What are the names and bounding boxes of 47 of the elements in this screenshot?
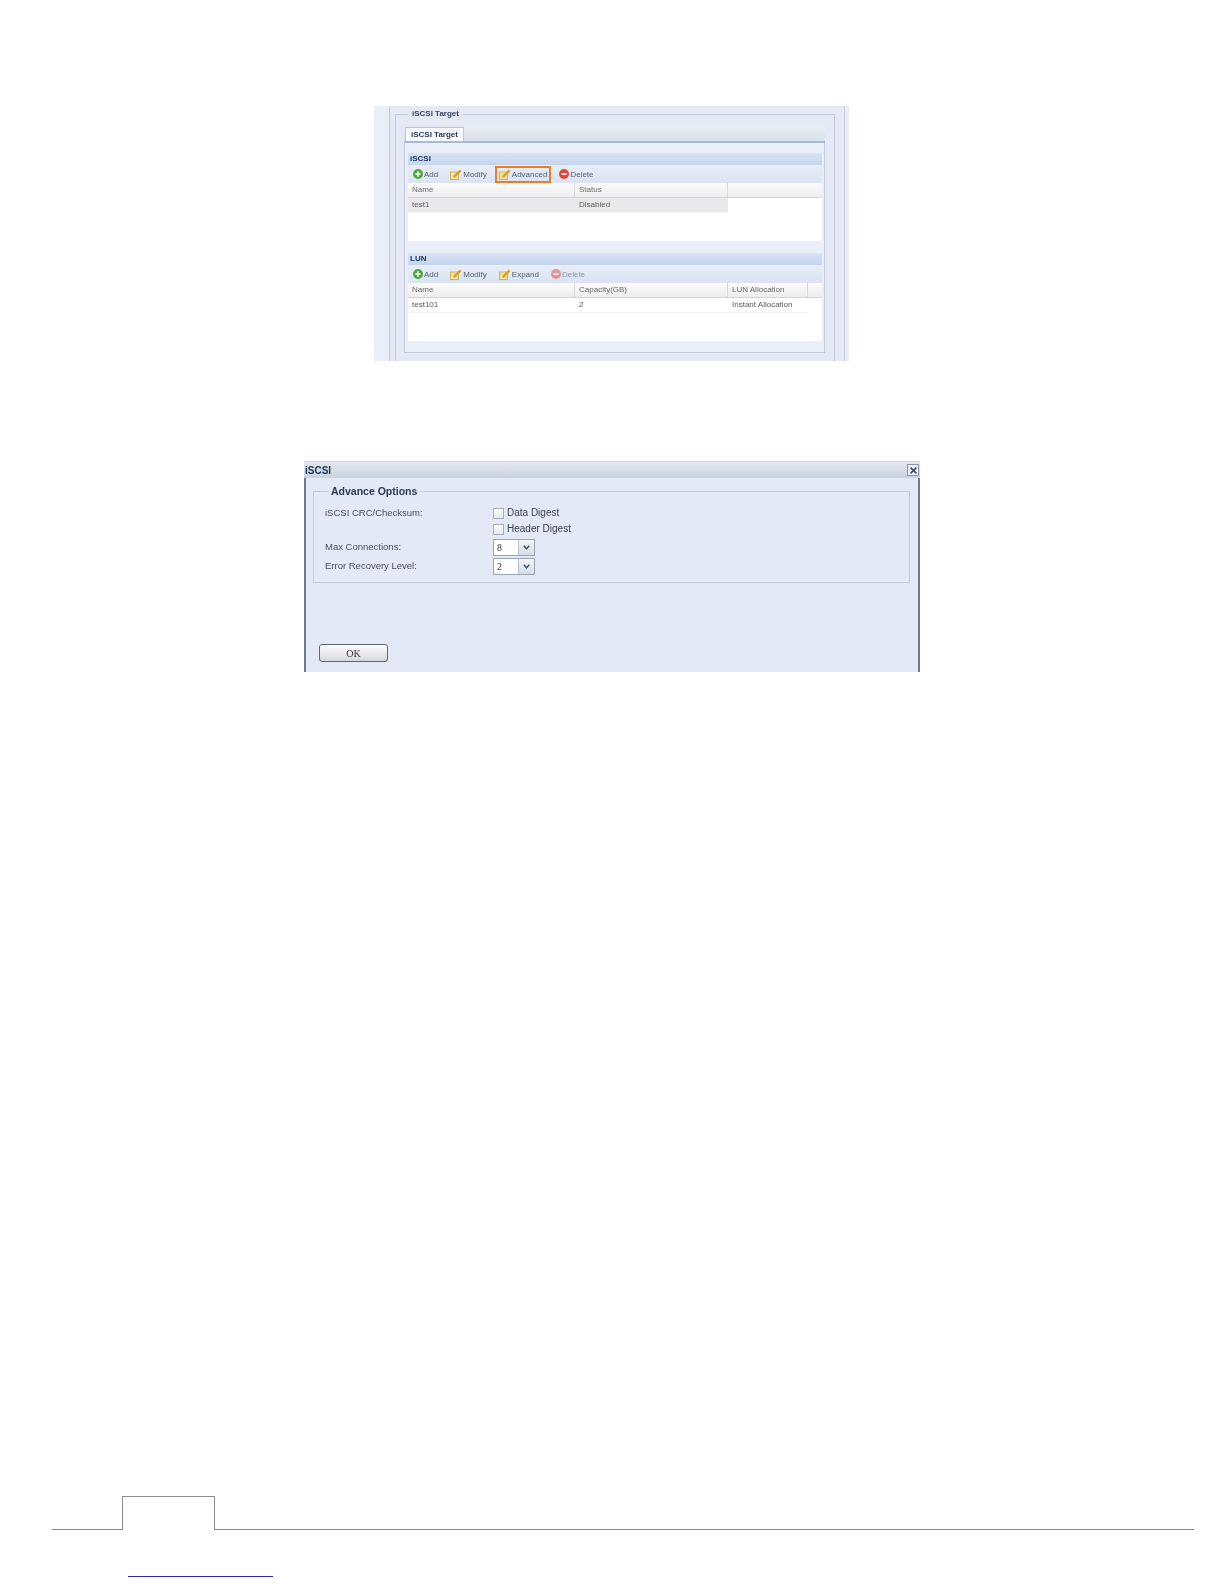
- table-cell-text: Instant Allocation: [731, 299, 794, 311]
- plus-circle-icon: [413, 169, 423, 179]
- checkbox-label[interactable]: Data Digest: [507, 505, 560, 521]
- minus-circle-icon: [559, 169, 570, 179]
- toolbar-button[interactable]: Delete: [555, 165, 598, 183]
- pencil-icon: [498, 168, 511, 180]
- select-field[interactable]: 2: [493, 557, 535, 575]
- pencil-icon: [498, 268, 511, 280]
- checkbox[interactable]: [493, 523, 504, 535]
- minus-circle-icon: [550, 269, 561, 279]
- pencil-icon: [450, 168, 463, 180]
- checkbox[interactable]: [493, 507, 504, 519]
- field-label: Max Connections:: [325, 540, 403, 554]
- caret-icon: [523, 544, 530, 550]
- select-field[interactable]: 8: [493, 538, 535, 556]
- plus-circle-icon: [413, 269, 423, 279]
- column-header[interactable]: Capacity(GB): [575, 283, 728, 297]
- close-icon: [909, 466, 917, 474]
- table-cell-text: test1: [411, 199, 431, 211]
- toolbar-button[interactable]: Modify: [446, 165, 491, 183]
- toolbar-button[interactable]: Expand: [494, 265, 543, 283]
- tab[interactable]: iSCSI Target: [405, 127, 464, 141]
- table-row[interactable]: test1 Disabled: [408, 198, 728, 213]
- pencil-icon: [450, 268, 463, 280]
- field-label: Error Recovery Level:: [325, 559, 418, 573]
- group-title: Advance Options: [330, 484, 419, 498]
- caret-icon: [523, 563, 530, 569]
- column-header[interactable]: LUN Allocation: [728, 283, 808, 297]
- dialog-title: iSCSI: [305, 464, 332, 476]
- column-header[interactable]: Name: [408, 183, 575, 197]
- column-header[interactable]: Name: [408, 283, 575, 297]
- toolbar-button[interactable]: Modify: [446, 265, 491, 283]
- column-header[interactable]: Status: [575, 183, 728, 197]
- section-title: iSCSI: [408, 153, 822, 165]
- toolbar-button[interactable]: Add: [409, 265, 443, 283]
- ok-button[interactable]: OK: [319, 644, 388, 662]
- table-cell-text: Disabled: [578, 199, 612, 211]
- field-label: iSCSI CRC/Checksum:: [325, 506, 424, 520]
- table-cell-text: 2: [578, 299, 585, 311]
- group-title: iSCSI Target: [411, 108, 460, 120]
- close-button[interactable]: [907, 464, 919, 476]
- toolbar-button[interactable]: Add: [409, 165, 443, 183]
- section-title: LUN: [408, 253, 822, 265]
- checkbox-label[interactable]: Header Digest: [507, 521, 571, 537]
- toolbar-button[interactable]: Advanced: [494, 165, 552, 183]
- table-row[interactable]: test101 2 Instant Allocation: [408, 298, 808, 313]
- table-cell-text: test101: [411, 299, 440, 311]
